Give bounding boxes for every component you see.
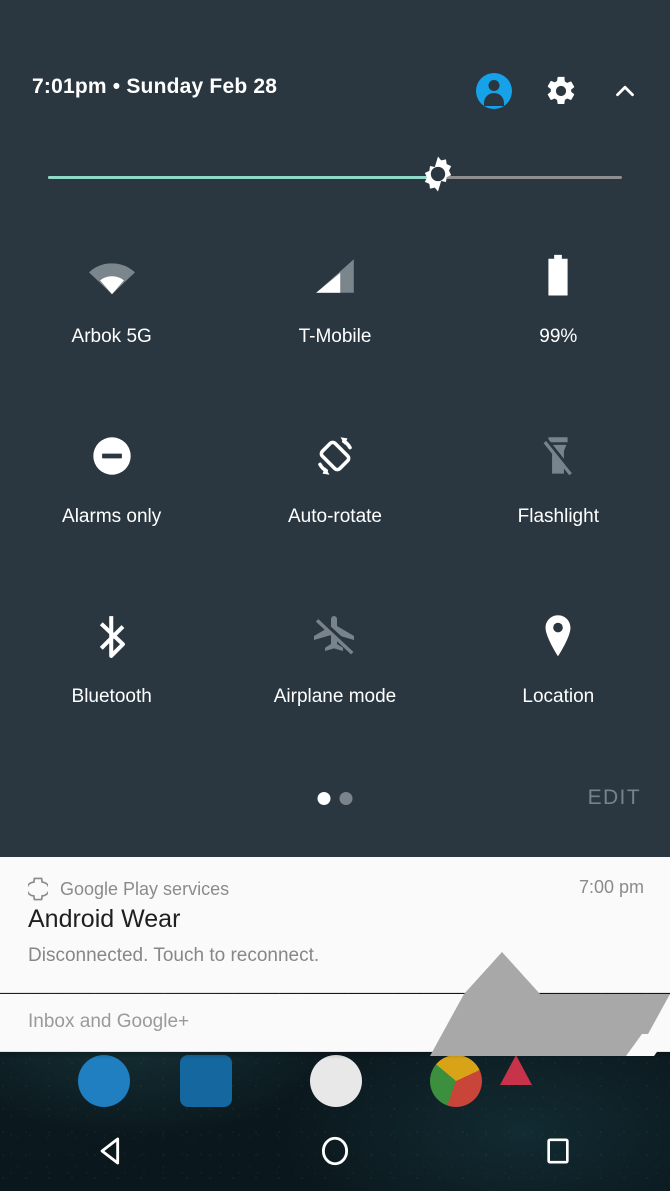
notification-app-name: Google Play services (60, 878, 230, 899)
tile-label: Auto-rotate (287, 506, 382, 527)
user-avatar-icon[interactable] (476, 73, 512, 109)
notification-group-label: Inbox and Google+ (28, 1011, 190, 1032)
tile-label: 99% (539, 326, 578, 347)
shade-shadow (0, 1052, 670, 1059)
tile-flashlight[interactable]: Flashlight (447, 428, 670, 608)
app-icon-red-triangle[interactable] (500, 1055, 532, 1085)
tile-label: Flashlight (517, 506, 599, 527)
tile-label: Airplane mode (273, 686, 397, 707)
page-dot-2[interactable] (339, 792, 353, 805)
tile-do-not-disturb[interactable]: Alarms only (0, 428, 223, 608)
page-dot-1[interactable] (317, 792, 331, 805)
app-icon-blue-square[interactable] (180, 1055, 232, 1107)
tile-bluetooth[interactable]: Bluetooth (0, 608, 223, 788)
tile-airplane-mode[interactable]: Airplane mode (223, 608, 446, 788)
notification-divider (0, 992, 670, 993)
notification-shade: Google Play services 7:00 pm Android Wea… (0, 857, 670, 1059)
tile-cell-signal[interactable]: T-Mobile (223, 248, 446, 428)
home-screen-app-icons (0, 1055, 670, 1115)
bluetooth-icon (93, 608, 131, 664)
date-time-label: 7:01pm • Sunday Feb 28 (32, 75, 278, 98)
notification-group-inbox[interactable]: Inbox and Google+ (0, 994, 670, 1052)
recents-button[interactable] (515, 1111, 601, 1191)
flashlight-off-icon (537, 428, 579, 484)
edit-button[interactable]: EDIT (588, 786, 641, 810)
notification-body: Disconnected. Touch to reconnect. (28, 945, 320, 966)
chevron-up-icon[interactable] (610, 76, 640, 106)
quick-settings-header: 7:01pm • Sunday Feb 28 (0, 66, 670, 116)
page-indicator[interactable] (317, 792, 353, 805)
location-pin-icon (539, 608, 577, 664)
app-icon-white-circle[interactable] (310, 1055, 362, 1107)
quick-settings-tiles: Arbok 5G T-Mobile 99% Alarms only Auto-r… (0, 248, 670, 788)
watch-icon (28, 877, 48, 901)
app-icon-chrome[interactable] (430, 1055, 482, 1107)
brightness-fill (48, 176, 439, 179)
back-button[interactable] (69, 1111, 155, 1191)
cell-signal-icon (312, 248, 358, 304)
tile-label: Alarms only (62, 506, 162, 527)
tile-battery[interactable]: 99% (447, 248, 670, 428)
navigation-bar (0, 1111, 670, 1191)
tile-row-3: Bluetooth Airplane mode Location (0, 608, 670, 788)
wifi-icon (86, 248, 138, 304)
airplane-off-icon (311, 608, 359, 664)
tile-label: Bluetooth (71, 686, 152, 707)
quick-settings-panel: 7:01pm • Sunday Feb 28 Arbok 5G T-Mobile… (0, 0, 670, 857)
do-not-disturb-icon (90, 428, 134, 484)
tile-location[interactable]: Location (447, 608, 670, 788)
brightness-slider[interactable] (48, 156, 622, 192)
tile-label: Location (522, 686, 595, 707)
auto-rotate-icon (312, 428, 358, 484)
quick-settings-footer: EDIT (0, 780, 670, 820)
tile-row-2: Alarms only Auto-rotate Flashlight (0, 428, 670, 608)
home-button[interactable] (292, 1111, 378, 1191)
header-icon-group (476, 66, 640, 116)
battery-icon (541, 248, 575, 304)
brightness-sun-icon[interactable] (418, 154, 458, 194)
notification-title: Android Wear (28, 905, 181, 933)
tile-auto-rotate[interactable]: Auto-rotate (223, 428, 446, 608)
android-quick-settings-screen: 7:01pm • Sunday Feb 28 Arbok 5G T-Mobile… (0, 0, 670, 1191)
tile-label: Arbok 5G (71, 326, 152, 347)
notification-time: 7:00 pm (578, 877, 644, 897)
tile-wifi[interactable]: Arbok 5G (0, 248, 223, 428)
notification-header: Google Play services (28, 877, 229, 901)
tile-row-1: Arbok 5G T-Mobile 99% (0, 248, 670, 428)
tile-label: T-Mobile (298, 326, 372, 347)
app-icon-blue-circle[interactable] (78, 1055, 130, 1107)
gear-icon[interactable] (544, 74, 578, 108)
notification-android-wear[interactable]: Google Play services 7:00 pm Android Wea… (0, 857, 670, 993)
